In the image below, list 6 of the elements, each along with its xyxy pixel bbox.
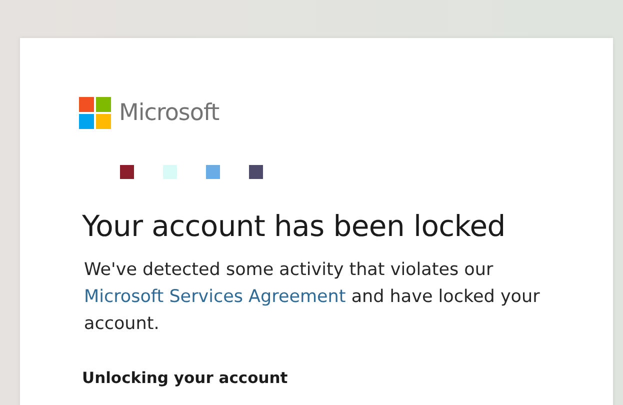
- message-text: We've detected some activity that violates our Microsoft Services Agreement and have locked your account.: [84, 259, 541, 336]
- logo-icon: [79, 97, 111, 130]
- section-heading: Unlocking your account: [82, 368, 289, 390]
- brand-name: Microsoft: [119, 99, 220, 128]
- agreement-link[interactable]: Microsoft Services Agreement: [84, 287, 346, 308]
- page-title: Your account has been locked: [82, 208, 506, 244]
